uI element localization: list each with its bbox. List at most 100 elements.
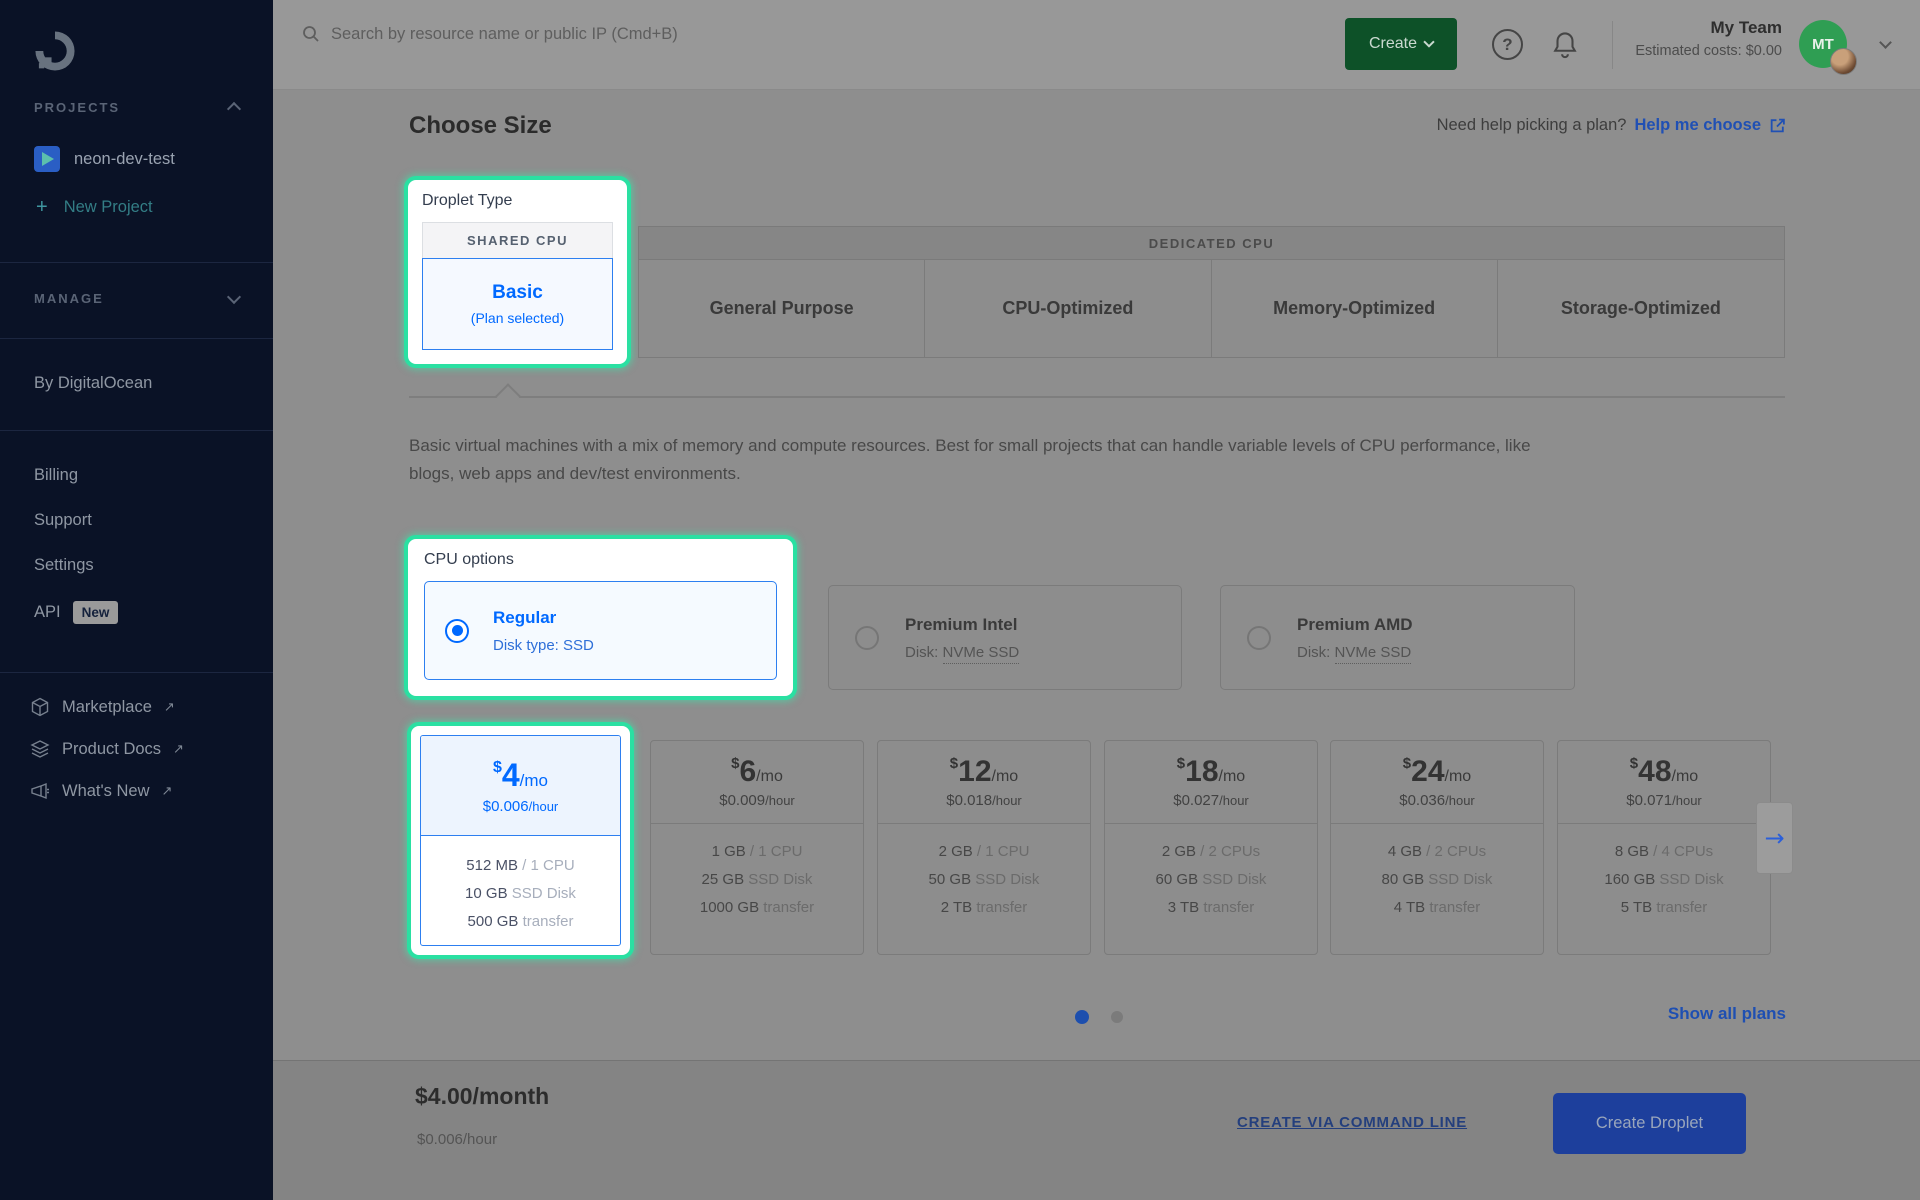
radio-unselected-icon[interactable]	[855, 626, 879, 650]
manage-expand-chevron-icon[interactable]	[227, 290, 241, 304]
help-prompt: Need help picking a plan?	[1437, 116, 1627, 135]
cpu-options-spotlight: CPU options Regular Disk type: SSD	[404, 535, 797, 700]
cpu-option-premium-intel[interactable]: Premium Intel Disk: NVMe SSD	[828, 585, 1182, 690]
user-avatar-photo	[1830, 48, 1857, 75]
plan-price: $18/mo	[1177, 755, 1245, 789]
main-content: Choose Size Need help picking a plan? He…	[273, 90, 1920, 1060]
sidebar-item-product-docs[interactable]: Product Docs ↗	[30, 739, 184, 759]
plan-price: $48/mo	[1630, 755, 1698, 789]
team-info[interactable]: My Team Estimated costs: $0.00	[1635, 18, 1782, 59]
plan-card-spotlight: $4/mo $0.006/hour 512 MB / 1 CPU 10 GB S…	[407, 722, 634, 959]
new-project-button[interactable]: + New Project	[36, 196, 153, 219]
create-droplet-page: PROJECTS neon-dev-test + New Project MAN…	[0, 0, 1920, 1200]
create-via-command-line-link[interactable]: CREATE VIA COMMAND LINE	[1237, 1114, 1467, 1131]
plans-pagination	[1075, 1010, 1123, 1024]
plan-card-24[interactable]: $24/mo $0.036/hour 4 GB / 2 CPUs 80 GB S…	[1330, 740, 1544, 955]
plan-hourly-price: $0.009/hour	[719, 792, 795, 809]
sidebar: PROJECTS neon-dev-test + New Project MAN…	[0, 0, 273, 1200]
radio-selected-icon[interactable]	[445, 619, 469, 643]
divider	[0, 672, 273, 673]
plan-card-4[interactable]: $4/mo $0.006/hour 512 MB / 1 CPU 10 GB S…	[420, 735, 621, 946]
plan-card-48[interactable]: $48/mo $0.071/hour 8 GB / 4 CPUs 160 GB …	[1557, 740, 1771, 955]
tab-cpu-optimized[interactable]: CPU-Optimized	[925, 260, 1211, 357]
pagination-dot[interactable]	[1111, 1011, 1123, 1023]
plan-price: $6/mo	[731, 755, 783, 789]
plan-hourly-price: $0.036/hour	[1399, 792, 1475, 809]
divider	[0, 430, 273, 431]
search-input[interactable]	[331, 25, 971, 44]
plan-hourly-price: $0.006/hour	[483, 798, 559, 815]
plan-basic-selected[interactable]: Basic (Plan selected)	[422, 258, 613, 350]
projects-collapse-chevron-icon[interactable]	[227, 102, 241, 116]
external-link-arrow-icon: ↗	[162, 783, 173, 799]
project-name: neon-dev-test	[74, 150, 175, 169]
create-droplet-button[interactable]: Create Droplet	[1553, 1093, 1746, 1154]
total-monthly-price: $4.00/month	[415, 1083, 549, 1110]
plan-specs: 2 GB / 1 CPU 50 GB SSD Disk 2 TB transfe…	[878, 824, 1090, 922]
topbar: Create ? My Team Estimated costs: $0.00 …	[273, 0, 1920, 90]
next-plans-arrow-button[interactable]: →	[1756, 802, 1793, 874]
cube-icon	[30, 697, 50, 717]
tab-shared-cpu[interactable]: SHARED CPU	[422, 222, 613, 259]
sidebar-item-marketplace[interactable]: Marketplace ↗	[30, 697, 175, 717]
account-menu[interactable]: MT	[1799, 20, 1865, 72]
sidebar-item-settings[interactable]: Settings	[34, 556, 94, 575]
pagination-dot-active[interactable]	[1075, 1010, 1089, 1024]
plan-description: Basic virtual machines with a mix of mem…	[409, 432, 1799, 488]
plan-price: $4/mo	[493, 757, 548, 794]
tab-memory-optimized[interactable]: Memory-Optimized	[1212, 260, 1498, 357]
plan-card-18[interactable]: $18/mo $0.027/hour 2 GB / 2 CPUs 60 GB S…	[1104, 740, 1318, 955]
sidebar-item-billing[interactable]: Billing	[34, 466, 78, 485]
projects-section-label: PROJECTS	[34, 100, 120, 115]
sidebar-item-whats-new[interactable]: What's New ↗	[30, 781, 172, 801]
caret-up-icon	[495, 383, 520, 408]
plan-specs: 1 GB / 1 CPU 25 GB SSD Disk 1000 GB tran…	[651, 824, 863, 922]
external-link-arrow-icon: ↗	[164, 699, 175, 715]
page-title: Choose Size	[409, 112, 552, 140]
digitalocean-logo-icon[interactable]	[32, 28, 78, 79]
plus-icon: +	[36, 196, 48, 219]
total-hourly-price: $0.006/hour	[417, 1131, 497, 1148]
account-chevron-down-icon[interactable]	[1879, 36, 1892, 49]
divider	[1612, 21, 1613, 69]
droplet-type-spotlight: Droplet Type SHARED CPU Basic (Plan sele…	[404, 176, 631, 368]
plan-specs: 8 GB / 4 CPUs 160 GB SSD Disk 5 TB trans…	[1558, 824, 1770, 922]
radio-unselected-icon[interactable]	[1247, 626, 1271, 650]
plan-card-6[interactable]: $6/mo $0.009/hour 1 GB / 1 CPU 25 GB SSD…	[650, 740, 864, 955]
tab-storage-optimized[interactable]: Storage-Optimized	[1498, 260, 1784, 357]
droplet-type-label: Droplet Type	[422, 192, 613, 210]
plan-specs: 512 MB / 1 CPU 10 GB SSD Disk 500 GB tra…	[421, 836, 620, 936]
chevron-down-icon	[1423, 36, 1434, 47]
divider	[0, 338, 273, 339]
plan-hourly-price: $0.027/hour	[1173, 792, 1249, 809]
cpu-option-regular[interactable]: Regular Disk type: SSD	[424, 581, 777, 680]
help-icon[interactable]: ?	[1492, 29, 1523, 60]
dedicated-cpu-header: DEDICATED CPU	[638, 226, 1785, 260]
summary-footer: $4.00/month $0.006/hour CREATE VIA COMMA…	[273, 1060, 1920, 1200]
sidebar-item-api[interactable]: API New	[34, 601, 118, 624]
notifications-bell-icon[interactable]	[1551, 30, 1579, 65]
plan-card-12[interactable]: $12/mo $0.018/hour 2 GB / 1 CPU 50 GB SS…	[877, 740, 1091, 955]
tab-general-purpose[interactable]: General Purpose	[639, 260, 925, 357]
estimated-costs: Estimated costs: $0.00	[1635, 43, 1782, 59]
plan-price: $12/mo	[950, 755, 1018, 789]
dedicated-cpu-group: DEDICATED CPU General Purpose CPU-Optimi…	[638, 226, 1785, 358]
project-icon	[34, 146, 60, 172]
tab-pointer-divider	[409, 396, 1785, 398]
new-badge: New	[73, 601, 119, 624]
help-me-choose-link[interactable]: Help me choose	[1634, 116, 1761, 135]
sidebar-item-by-digitalocean[interactable]: By DigitalOcean	[34, 374, 152, 393]
search-icon	[301, 24, 321, 44]
cpu-option-premium-amd[interactable]: Premium AMD Disk: NVMe SSD	[1220, 585, 1575, 690]
cpu-options-label: CPU options	[424, 551, 777, 569]
plan-specs: 4 GB / 2 CPUs 80 GB SSD Disk 4 TB transf…	[1331, 824, 1543, 922]
plan-selected-note: (Plan selected)	[471, 310, 564, 326]
plan-hourly-price: $0.018/hour	[946, 792, 1022, 809]
megaphone-icon	[30, 781, 50, 801]
plan-hourly-price: $0.071/hour	[1626, 792, 1702, 809]
create-button[interactable]: Create	[1345, 18, 1457, 70]
show-all-plans-link[interactable]: Show all plans	[1668, 1004, 1786, 1024]
external-link-icon	[1769, 117, 1786, 134]
sidebar-item-project[interactable]: neon-dev-test	[34, 146, 175, 172]
sidebar-item-support[interactable]: Support	[34, 511, 92, 530]
